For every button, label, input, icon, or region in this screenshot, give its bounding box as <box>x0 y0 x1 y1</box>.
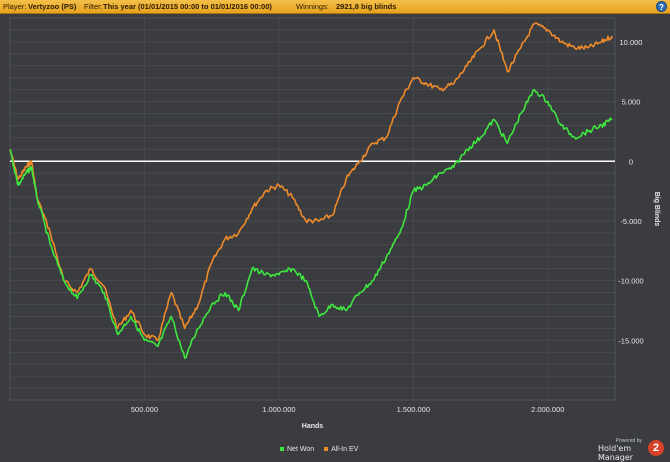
x-tick-label: 500.000 <box>131 405 158 414</box>
legend-item-all-in-ev[interactable]: All-In EV <box>324 446 358 453</box>
y-axis-label: Big Blinds <box>653 192 660 227</box>
x-axis: 500.000 1.000.000 1.500.000 2.000.000 <box>131 405 565 414</box>
legend-label-net-won: Net Won <box>287 446 315 453</box>
y-tick-label: -5.000 <box>620 217 641 226</box>
y-tick-label: -15.000 <box>618 336 643 345</box>
y-tick-label: 5.000 <box>622 98 641 107</box>
y-tick-label: -10.000 <box>618 277 643 286</box>
y-tick-label: 10.000 <box>620 38 643 47</box>
bankroll-chart: 500.000 1.000.000 1.500.000 2.000.000 10.00… <box>9 17 660 430</box>
legend: Net Won All-In EV <box>280 446 366 458</box>
series-layer <box>9 22 614 359</box>
x-tick-label: 1.000.000 <box>262 405 295 414</box>
net-won-swatch <box>280 447 284 452</box>
series-line-net-won <box>9 88 613 359</box>
y-tick-label: 0 <box>629 157 633 166</box>
x-tick-label: 2.000.000 <box>531 405 564 414</box>
legend-label-all-in-ev: All-In EV <box>331 446 359 453</box>
legend-item-net-won[interactable]: Net Won <box>280 446 314 453</box>
x-tick-label: 1.500.000 <box>397 405 430 414</box>
all-in-ev-swatch <box>324 447 329 452</box>
branding: Powered by Hold'em Manager 2 <box>598 438 664 462</box>
brand-name: Hold'em Manager <box>598 444 634 462</box>
x-axis-label: Hands <box>302 423 324 430</box>
holdem-manager-logo: 2 <box>648 440 664 456</box>
grid <box>9 17 616 401</box>
y-axis: 10.000 5.000 0 -5.000 -10.000 -15.000 <box>618 38 643 345</box>
